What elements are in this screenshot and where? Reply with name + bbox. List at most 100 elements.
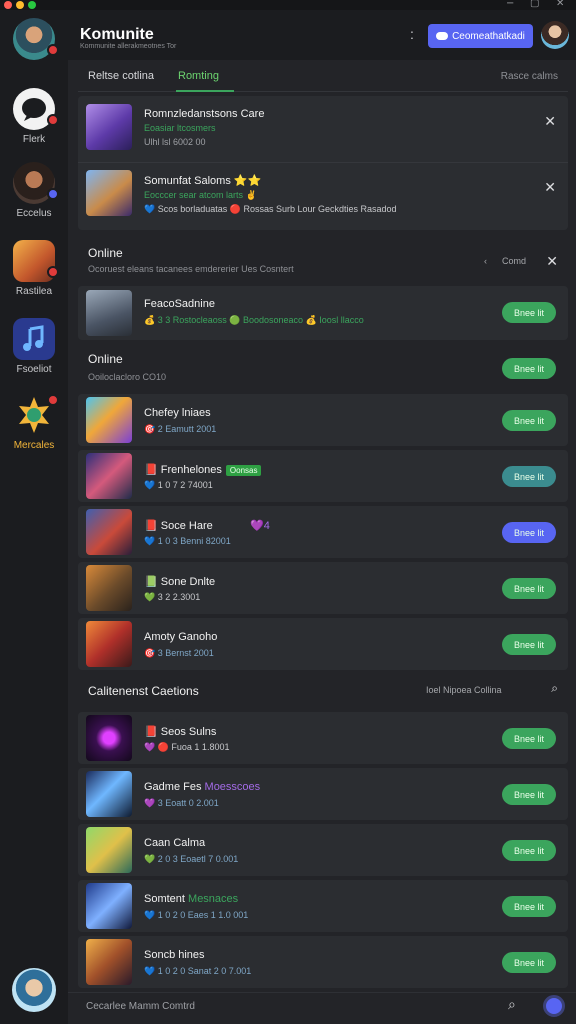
- list-item[interactable]: Caan Calma 💚 2 0 3 Eoaetl 7 0.001 Bnee l…: [78, 824, 568, 876]
- join-button[interactable]: Bnee lit: [502, 522, 556, 543]
- game-meta: 💚 3 2 2.3001: [144, 592, 201, 602]
- tab-bar: Reltse cotlina Romting Rasce calms: [78, 60, 568, 92]
- notification-badge: [47, 44, 59, 56]
- rail-item-badge[interactable]: Mercales: [0, 394, 68, 451]
- join-button[interactable]: Bnee lit: [502, 466, 556, 487]
- notification-badge: [47, 266, 59, 278]
- fab-button[interactable]: [543, 995, 565, 1017]
- game-row[interactable]: Amoty Ganoho 🎯 3 Bernst 2001 Bnee lit: [78, 618, 568, 670]
- join-button[interactable]: Bnee lit: [502, 840, 556, 861]
- game-meta: 🎯 2 Eamutt 2001: [144, 424, 217, 434]
- game-row[interactable]: 📕 Frenhelones Oonsas 💙 1 0 7 2 74001 Bnee…: [78, 450, 568, 502]
- request-detail: 💙 Scos borladuatas 🔴 Rossas Surb Lour Ge…: [144, 204, 397, 214]
- rail-item-chat[interactable]: Flerk: [0, 88, 68, 145]
- list-thumb-icon: [86, 939, 132, 985]
- close-icon[interactable]: ✕: [556, 0, 564, 9]
- dismiss-icon[interactable]: ✕: [544, 114, 556, 130]
- close-dot[interactable]: [4, 1, 12, 9]
- rail-label: Flerk: [22, 134, 46, 145]
- list-item[interactable]: Gadme Fes Moesscoes 💜 3 Eoatt 0 2.001 Bn…: [78, 768, 568, 820]
- rail-label: Rastilea: [15, 286, 53, 297]
- rail-item-game[interactable]: Rastilea: [0, 240, 68, 297]
- minimize-icon[interactable]: −: [506, 0, 514, 9]
- join-button[interactable]: Bnee lit: [502, 896, 556, 917]
- list-item[interactable]: Soncb hines 💙 1 0 2 0 Sanat 2 0 7.001 Bn…: [78, 936, 568, 988]
- list-meta: 💙 1 0 2 0 Eaes 1 1.0 001: [144, 910, 249, 920]
- header-avatar[interactable]: [541, 21, 569, 49]
- user-avatar-icon: [13, 18, 59, 60]
- app-subtitle: Kommunite allerakmeotnes Tor: [80, 43, 177, 50]
- join-button[interactable]: Bnee lit: [502, 302, 556, 323]
- tab-active[interactable]: Romting: [178, 70, 219, 82]
- featured-row[interactable]: FeacoSadnine 💰 3 3 Rostocleaoss 🟢 Boodos…: [78, 286, 568, 340]
- join-button[interactable]: Bnee lit: [502, 358, 556, 379]
- game-row[interactable]: Chefey lniaes 🎯 2 Eamutt 2001 Bnee lit: [78, 394, 568, 446]
- game-thumb-icon: [86, 397, 132, 443]
- rail-label: Eccelus: [16, 208, 52, 219]
- minimize-dot[interactable]: [16, 1, 24, 9]
- join-button[interactable]: Bnee lit: [502, 578, 556, 599]
- join-button[interactable]: Bnee lit: [502, 410, 556, 431]
- dismiss-icon[interactable]: ✕: [544, 180, 556, 196]
- notification-badge: [47, 394, 59, 406]
- game-icon: [13, 240, 59, 282]
- game-meta: 🎯 3 Bernst 2001: [144, 648, 214, 658]
- join-button[interactable]: Bnee lit: [502, 952, 556, 973]
- game-extra: 💜4: [250, 520, 270, 532]
- search-icon[interactable]: ⌕: [508, 997, 516, 1013]
- tab-primary[interactable]: Reltse cotlina: [88, 70, 154, 82]
- friend-avatar-icon: [13, 162, 59, 204]
- app-title: Komunite: [80, 26, 154, 43]
- join-button[interactable]: Bnee lit: [502, 728, 556, 749]
- request-title: Somunfat Saloms ⭐⭐: [144, 175, 262, 187]
- game-thumb-icon: [86, 621, 132, 667]
- primary-action-button[interactable]: Ceomeathatkadi: [428, 24, 533, 48]
- section-action[interactable]: Comd: [502, 256, 526, 266]
- featured-meta: 💰 3 3 Rostocleaoss 🟢 Boodosoneaco 💰 Ioos…: [144, 315, 364, 325]
- maximize-dot[interactable]: [28, 1, 36, 9]
- close-icon[interactable]: ✕: [546, 254, 558, 270]
- list-title: Somtent Mesnaces: [144, 893, 239, 905]
- game-title: Amoty Ganoho: [144, 631, 218, 643]
- game-thumb-icon: [86, 453, 132, 499]
- section-subtitle: Ocoruest eleans tacanees emdererier Ues …: [88, 264, 294, 274]
- tab-underline: [176, 90, 234, 92]
- rail-item-friend[interactable]: Eccelus: [0, 162, 68, 219]
- list-meta: 💙 1 0 2 0 Sanat 2 0 7.001: [144, 966, 252, 976]
- badge-icon: [13, 394, 59, 436]
- join-button[interactable]: Bnee lit: [502, 634, 556, 655]
- request-title: Romnzledanstsons Care: [144, 108, 265, 120]
- request-thumb-icon: [86, 104, 132, 150]
- request-status: Eocccer sear atcom larts ✌: [144, 190, 257, 200]
- chat-bubble-icon: [13, 88, 59, 130]
- game-title: 📕 Soce Hare: [144, 520, 213, 532]
- list-meta: 💚 2 0 3 Eoaetl 7 0.001: [144, 854, 239, 864]
- section-filter[interactable]: Ioel Nipoea Collina: [426, 685, 502, 695]
- list-title: Gadme Fes Moesscoes: [144, 781, 261, 793]
- join-button[interactable]: Bnee lit: [502, 784, 556, 805]
- maximize-icon[interactable]: ▢: [530, 0, 539, 9]
- rail-item-profile[interactable]: [0, 18, 68, 60]
- rail-item-music[interactable]: Fsoeliot: [0, 318, 68, 375]
- list-item[interactable]: Somtent Mesnaces 💙 1 0 2 0 Eaes 1 1.0 00…: [78, 880, 568, 932]
- primary-action-label: Ceomeathatkadi: [452, 30, 525, 42]
- featured-thumb-icon: [86, 290, 132, 336]
- rail-item-me[interactable]: [0, 968, 68, 1012]
- self-avatar-icon: [12, 968, 56, 1012]
- rail-label: Fsoeliot: [16, 364, 52, 375]
- game-row[interactable]: 📗 Sone Dnlte 💚 3 2 2.3001 Bnee lit: [78, 562, 568, 614]
- game-tag: Oonsas: [225, 465, 262, 476]
- game-row[interactable]: 📕 Soce Hare 💜4 💙 1 0 3 Benni 82001 Bnee …: [78, 506, 568, 558]
- tab-filter[interactable]: Rasce calms: [501, 71, 558, 82]
- list-title: 📕 Seos Sulns: [144, 726, 217, 738]
- request-detail: Ulhl lsl 6002 00: [144, 137, 206, 147]
- search-icon[interactable]: ⌕: [551, 681, 558, 696]
- list-item[interactable]: 📕 Seos Sulns 💜 🔴 Fuoa 1 1.8001 Bnee lit: [78, 712, 568, 764]
- menu-icon[interactable]: :: [410, 26, 414, 42]
- divider: [78, 162, 568, 163]
- collapse-chevron-icon[interactable]: ‹: [484, 256, 487, 266]
- music-note-icon: [13, 318, 55, 360]
- list-meta: 💜 🔴 Fuoa 1 1.8001: [144, 742, 230, 752]
- list-title: Soncb hines: [144, 949, 205, 961]
- game-title: Chefey lniaes: [144, 407, 211, 419]
